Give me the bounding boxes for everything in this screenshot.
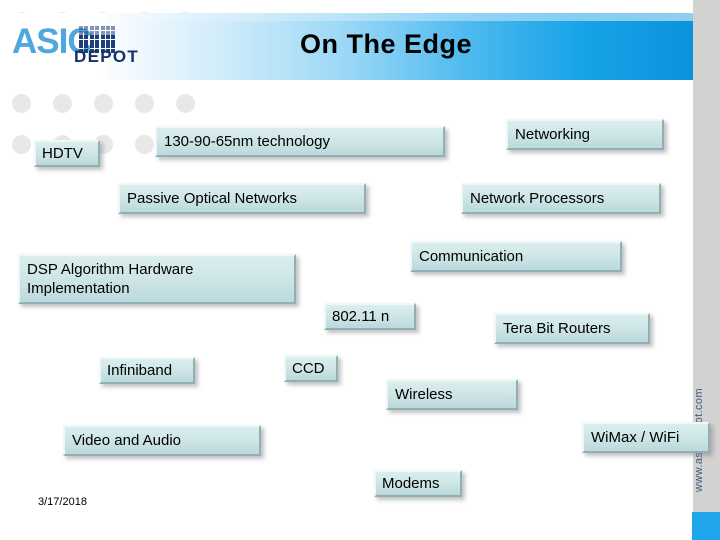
logo-dot [111, 30, 116, 35]
decorative-dot [135, 94, 154, 113]
decorative-dot [94, 94, 113, 113]
node-video-and-audio[interactable]: Video and Audio [63, 425, 261, 456]
node-ccd[interactable]: CCD [284, 355, 338, 382]
logo-dot [111, 35, 116, 40]
slide-canvas: On The Edge ASIC DEPOT www.asicdepot.com… [0, 0, 720, 540]
logo-subbrand-text: DEPOT [74, 47, 140, 66]
header-band-highlight [0, 13, 693, 21]
date-stamp: 3/17/2018 [38, 496, 87, 508]
node-wireless[interactable]: Wireless [386, 379, 518, 410]
node-hdtv[interactable]: HDTV [34, 140, 100, 167]
node-communication[interactable]: Communication [410, 241, 622, 272]
logo-dot [106, 26, 110, 30]
logo-dot [95, 26, 100, 30]
node-networking[interactable]: Networking [506, 119, 664, 150]
node-802-11n[interactable]: 802.11 n [324, 303, 416, 330]
logo-dot [95, 39, 100, 44]
node-passive-optical[interactable]: Passive Optical Networks [118, 183, 366, 214]
logo-dot [95, 35, 100, 40]
decorative-dot [176, 94, 195, 113]
logo-dot [100, 39, 105, 44]
logo-dot [79, 26, 83, 30]
logo-dot [111, 39, 116, 44]
logo-dot [106, 30, 110, 35]
node-dsp-algorithm[interactable]: DSP Algorithm Hardware Implementation [18, 254, 296, 304]
corner-accent-block [692, 512, 720, 540]
node-technology-node[interactable]: 130-90-65nm technology [155, 126, 445, 157]
node-network-processors[interactable]: Network Processors [461, 183, 661, 214]
logo-dot [79, 39, 83, 44]
page-title: On The Edge [300, 29, 473, 59]
logo-dot [84, 39, 89, 44]
logo-dot [79, 35, 83, 40]
node-wimax-wifi[interactable]: WiMax / WiFi [582, 422, 710, 453]
logo-dot [84, 30, 89, 35]
decorative-dot [135, 135, 154, 154]
logo-dot [100, 26, 105, 30]
logo-dot [95, 30, 100, 35]
logo-dot [84, 35, 89, 40]
node-infiniband[interactable]: Infiniband [99, 357, 195, 384]
logo-dot [84, 26, 89, 30]
decorative-dot [12, 94, 31, 113]
logo-dot [89, 26, 94, 30]
node-tera-bit-routers[interactable]: Tera Bit Routers [494, 313, 650, 344]
logo-dot [89, 35, 94, 40]
logo-dot [89, 30, 94, 35]
logo-dot [106, 39, 110, 44]
decorative-dot [12, 135, 31, 154]
logo-dot [111, 26, 116, 30]
decorative-dot [53, 94, 72, 113]
logo: ASIC DEPOT [12, 22, 162, 70]
logo-dot [106, 35, 110, 40]
logo-dot [100, 35, 105, 40]
logo-dot [100, 30, 105, 35]
logo-dot [79, 30, 83, 35]
node-modems[interactable]: Modems [374, 470, 462, 497]
logo-dot [89, 39, 94, 44]
